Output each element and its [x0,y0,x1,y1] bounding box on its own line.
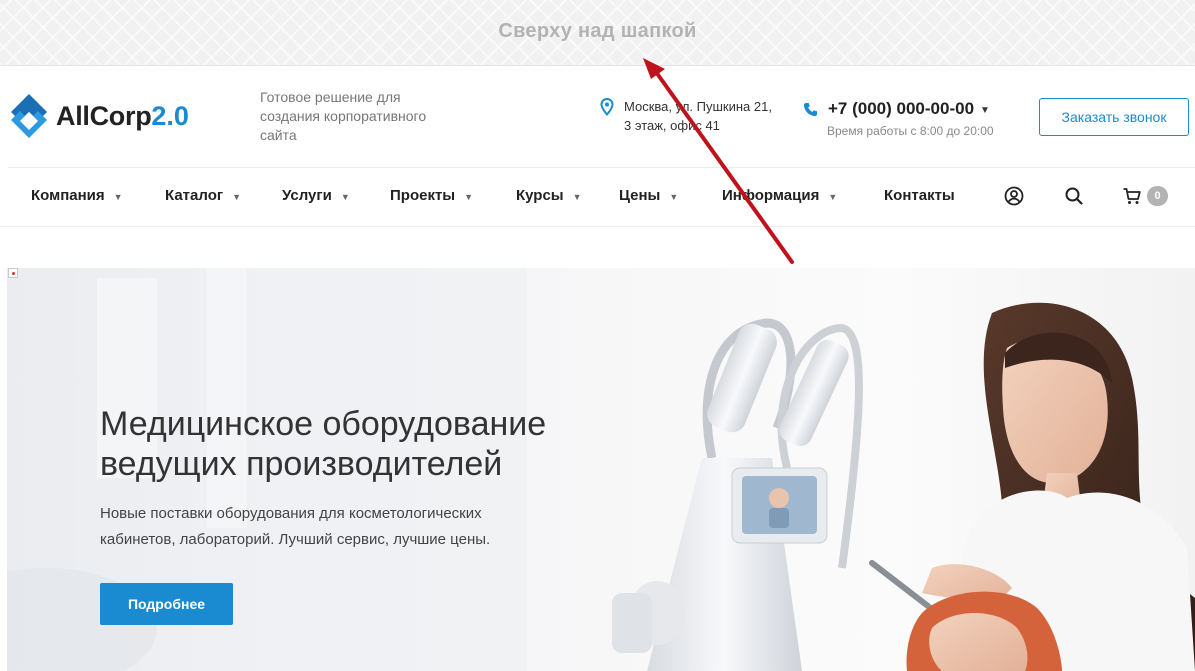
nav-item-courses[interactable]: Курсы ▼ [516,187,582,204]
logo[interactable]: AllCorp 2.0 [7,91,189,141]
chevron-down-icon: ▼ [232,191,242,202]
address-block: Москва, ул. Пушкина 21, 3 этаж, офис 41 [600,97,774,135]
phone-number[interactable]: +7 (000) 000-00-00 [828,99,974,119]
chevron-down-icon: ▼ [340,191,350,202]
working-hours: Время работы с 8:00 до 20:00 [827,124,994,138]
main-nav: Компания ▼ Каталог ▼ Услуги ▼ Проекты ▼ Курс… [0,168,1195,227]
top-banner: Сверху над шапкой [0,0,1195,66]
nav-item-prices[interactable]: Цены ▼ [619,187,678,204]
top-banner-text: Сверху над шапкой [498,20,697,42]
logo-name: AllCorp [56,100,152,131]
chevron-down-icon: ▼ [572,191,582,202]
phone-block[interactable]: +7 (000) 000-00-00 ▼ Время работы с 8:00… [803,99,994,138]
chevron-down-icon: ▼ [113,191,123,202]
phone-icon [803,102,818,116]
more-button[interactable]: Подробнее [100,583,233,625]
nav-item-label: Услуги [282,187,332,204]
cart-icon[interactable] [1122,186,1142,206]
hero-banner: Медицинское оборудование ведущих произво… [7,268,1195,671]
address-text: Москва, ул. Пушкина 21, 3 этаж, офис 41 [624,99,772,133]
nav-item-catalog[interactable]: Каталог ▼ [165,187,241,204]
chevron-down-icon[interactable]: ▼ [980,105,990,116]
nav-item-label: Информация [722,187,820,204]
hero-title: Медицинское оборудование ведущих произво… [100,405,547,483]
nav-item-projects[interactable]: Проекты ▼ [390,187,473,204]
nav-item-information[interactable]: Информация ▼ [722,187,837,204]
tagline: Готовое решение для создания корпоративн… [260,89,427,143]
nav-item-contacts[interactable]: Контакты [884,187,955,204]
nav-item-label: Каталог [165,187,224,204]
cart-count-badge[interactable]: 0 [1147,186,1168,206]
search-icon[interactable] [1064,186,1084,206]
logo-version: 2.0 [151,100,189,131]
user-icon[interactable] [1004,186,1024,206]
nav-item-company[interactable]: Компания ▼ [31,187,123,204]
logo-icon [11,94,47,138]
nav-item-label: Проекты [390,187,456,204]
location-pin-icon [600,98,614,116]
nav-item-label: Курсы [516,187,564,204]
nav-item-label: Компания [31,187,105,204]
chevron-down-icon: ▼ [828,191,838,202]
broken-image-icon [8,268,18,278]
chevron-down-icon: ▼ [464,191,474,202]
header: AllCorp 2.0 Готовое решение для создания … [0,66,1195,167]
nav-item-label: Цены [619,187,661,204]
hero-text: Новые поставки оборудования для косметол… [100,505,491,548]
chevron-down-icon: ▼ [669,191,679,202]
callback-button[interactable]: Заказать звонок [1039,98,1189,136]
nav-item-label: Контакты [884,187,955,204]
nav-item-services[interactable]: Услуги ▼ [282,187,350,204]
